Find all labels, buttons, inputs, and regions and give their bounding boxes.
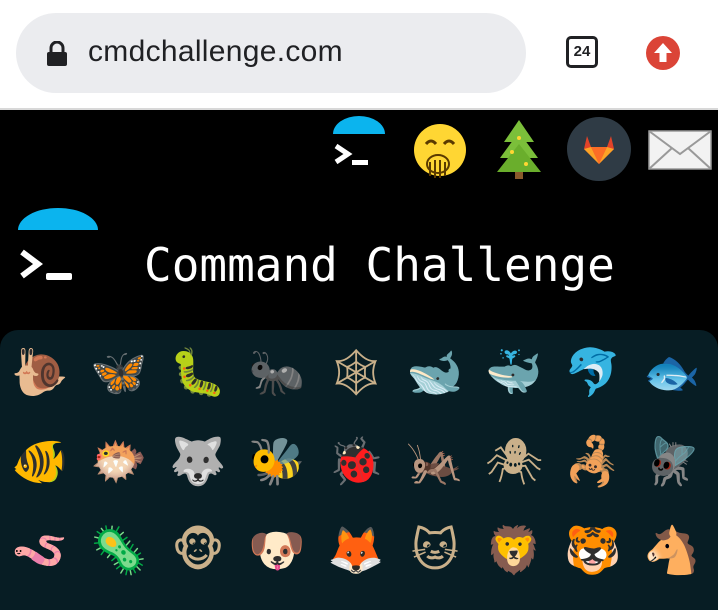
microbe-icon[interactable]: 🦠 <box>87 518 151 582</box>
cat-face-icon[interactable]: 🐱 <box>403 518 467 582</box>
ladybug-icon[interactable]: 🐞 <box>324 429 388 493</box>
address-bar[interactable]: cmdchallenge.com <box>16 13 526 93</box>
gitlab-icon[interactable] <box>566 116 632 186</box>
address-bar-url[interactable]: cmdchallenge.com <box>88 35 343 69</box>
fish-icon[interactable]: 🐟 <box>640 340 704 404</box>
site-logo-icon <box>16 208 100 292</box>
whale-icon[interactable]: 🐋 <box>403 340 467 404</box>
scorpion-icon[interactable]: 🦂 <box>561 429 625 493</box>
fly-icon[interactable]: 🪰 <box>640 429 704 493</box>
envelope-icon[interactable] <box>648 130 712 174</box>
header-icons <box>0 110 718 200</box>
lock-icon <box>46 40 68 66</box>
spider-icon[interactable]: 🕷 <box>482 429 546 493</box>
wolf-icon[interactable]: 🐺 <box>166 429 230 493</box>
blowfish-icon[interactable]: 🐡 <box>87 429 151 493</box>
dolphin-icon[interactable]: 🐬 <box>561 340 625 404</box>
dog-face-icon[interactable]: 🐶 <box>245 518 309 582</box>
cricket-icon[interactable]: 🦗 <box>403 429 467 493</box>
ant-icon[interactable]: 🐜 <box>245 340 309 404</box>
page-content: Command Challenge 🐌 🦋 🐛 🐜 🕸 🐋 🐳 🐬 🐟 🐠 🐡 🐺 🐝 🐞 🦗 🕷 🦂 🪰 🪱 🦠 🐵 🐶… <box>0 110 718 610</box>
lion-icon[interactable]: 🦁 <box>482 518 546 582</box>
page-title: Command Challenge <box>144 238 615 292</box>
tab-switcher-button[interactable]: 24 <box>566 36 598 68</box>
animal-challenge-grid: 🐌 🦋 🐛 🐜 🕸 🐋 🐳 🐬 🐟 🐠 🐡 🐺 🐝 🐞 🦗 🕷 🦂 🪰 🪱 🦠 🐵 🐶 🦊 🐱 🦁 🐯 🐴 <box>0 330 718 610</box>
spider-web-icon[interactable]: 🕸 <box>324 340 388 404</box>
fox-icon[interactable]: 🦊 <box>324 518 388 582</box>
caterpillar-icon[interactable]: 🐛 <box>166 340 230 404</box>
tree-icon[interactable] <box>496 118 542 184</box>
horse-face-icon[interactable]: 🐴 <box>640 518 704 582</box>
browser-toolbar: cmdchallenge.com 24 <box>0 0 718 110</box>
monkey-face-icon[interactable]: 🐵 <box>166 518 230 582</box>
spouting-whale-icon[interactable]: 🐳 <box>482 340 546 404</box>
tropical-fish-icon[interactable]: 🐠 <box>8 429 72 493</box>
update-icon[interactable] <box>646 36 680 70</box>
snail-icon[interactable]: 🐌 <box>8 340 72 404</box>
bee-icon[interactable]: 🐝 <box>245 429 309 493</box>
worm-icon[interactable]: 🪱 <box>8 518 72 582</box>
butterfly-icon[interactable]: 🦋 <box>87 340 151 404</box>
hand-over-mouth-emoji-icon[interactable] <box>412 122 468 188</box>
tiger-face-icon[interactable]: 🐯 <box>561 518 625 582</box>
terminal-logo-icon[interactable] <box>330 116 388 178</box>
